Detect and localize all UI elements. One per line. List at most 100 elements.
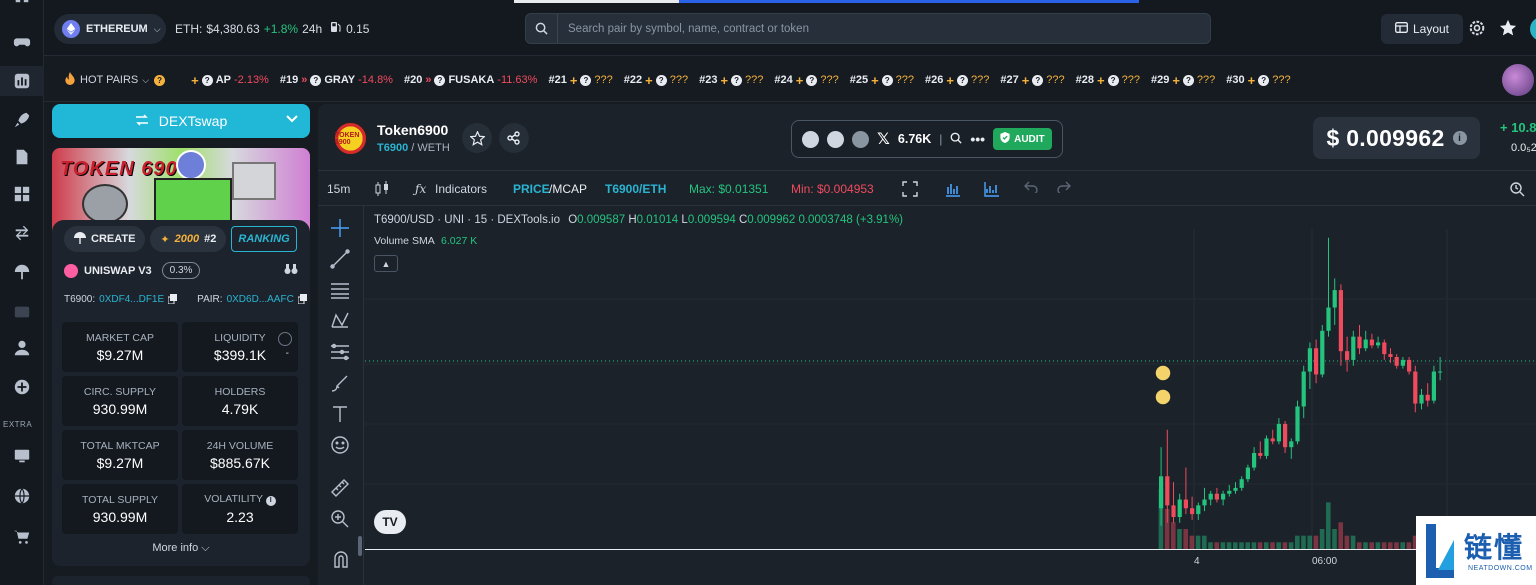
search-input[interactable]	[558, 22, 1158, 35]
more-dots-icon[interactable]: •••	[970, 131, 985, 147]
website-globe-icon[interactable]	[827, 130, 844, 148]
user-icon[interactable]	[12, 338, 32, 358]
stat-value: 930.99M	[92, 508, 148, 525]
more-info-button[interactable]: More info ⌵	[52, 542, 310, 555]
telegram-icon[interactable]	[852, 130, 869, 148]
audit-button[interactable]: AUDIT	[993, 128, 1052, 150]
dex-name: UNISWAP V3	[84, 264, 152, 277]
hot-pair-item[interactable]: #24 +????	[774, 73, 838, 88]
price-toggle[interactable]: PRICE	[513, 182, 550, 196]
undo-icon[interactable]	[1024, 181, 1040, 197]
hot-pair-item[interactable]: #20»? FUSAKA -11.63%	[404, 74, 537, 86]
redo-icon[interactable]	[1057, 181, 1073, 197]
audit-label: AUDIT	[1014, 133, 1045, 145]
hot-pair-item[interactable]: #23 +????	[699, 73, 763, 88]
hot-pair-symbol: ???	[745, 74, 764, 86]
search-icon[interactable]	[950, 132, 963, 147]
hot-pair-item[interactable]: #29 +????	[1151, 73, 1215, 88]
crosshair-icon[interactable]	[330, 218, 350, 238]
copy-icon[interactable]	[297, 294, 307, 307]
indicators-button[interactable]: Indicators	[435, 182, 487, 196]
dextswap-button[interactable]: DEXTswap	[52, 104, 310, 138]
candle-body	[1233, 487, 1238, 491]
info-icon[interactable]: i	[265, 495, 276, 506]
widgets-icon[interactable]	[12, 184, 32, 204]
hot-pairs-label[interactable]: HOT PAIRS	[80, 74, 138, 86]
token-address[interactable]: 0XDF4...DF1E	[99, 294, 164, 307]
chevron-down-icon[interactable]: ⌵	[142, 75, 149, 86]
binoculars-icon[interactable]	[284, 263, 298, 278]
candle	[1394, 354, 1399, 369]
create-button[interactable]: CREATE	[64, 226, 146, 252]
ruler-icon[interactable]	[330, 478, 350, 498]
ranking-button[interactable]: RANKING	[231, 226, 297, 252]
mcap-toggle[interactable]: /MCAP	[549, 182, 587, 196]
magnet-icon[interactable]	[331, 549, 351, 572]
add-circle-icon[interactable]	[12, 377, 32, 397]
zoom-in-icon[interactable]	[330, 509, 350, 529]
document-icon[interactable]	[12, 147, 32, 167]
profile-avatar[interactable]	[1530, 17, 1536, 41]
pair-toggle[interactable]: T6900/ETH	[605, 182, 666, 196]
stat-value: $9.27M	[96, 346, 144, 363]
info-icon[interactable]: i	[1452, 131, 1467, 145]
interval-selector[interactable]: 15m	[327, 182, 350, 196]
airdrop-icon[interactable]	[12, 262, 32, 282]
settings-gear-icon[interactable]	[1468, 19, 1486, 40]
fullscreen-icon[interactable]	[902, 181, 918, 197]
candles-icon[interactable]	[375, 181, 391, 197]
gas-pump-icon	[330, 21, 342, 36]
swap-icon[interactable]	[12, 223, 32, 243]
cart-icon[interactable]	[12, 527, 32, 547]
hot-pair-item[interactable]: +? AP -2.13%	[191, 73, 269, 88]
candle-body	[1382, 342, 1387, 355]
help-icon[interactable]: ?	[154, 74, 166, 86]
hot-pair-item[interactable]: #25 +????	[850, 73, 914, 88]
x-tick-label: 4	[1194, 556, 1200, 567]
coingecko-icon[interactable]	[802, 130, 819, 148]
layout-button[interactable]: Layout	[1381, 14, 1463, 44]
bar-chart-icon[interactable]	[945, 181, 961, 197]
line-chart-icon[interactable]	[984, 181, 1000, 197]
favorites-star-icon[interactable]	[1499, 19, 1517, 40]
plus-icon: +	[191, 72, 199, 88]
magnifier-settings-icon[interactable]	[1509, 181, 1525, 197]
toolbar-scrollbar[interactable]	[358, 536, 362, 556]
emoji-icon[interactable]	[330, 435, 350, 455]
copy-icon[interactable]	[167, 294, 178, 307]
user-avatar[interactable]	[1502, 64, 1534, 96]
candlestick-chart[interactable]	[365, 229, 1536, 549]
pair-address[interactable]: 0XD6D...AAFC	[227, 294, 294, 307]
hot-pair-item[interactable]: #27 +????	[1000, 73, 1064, 88]
stat-label: HOLDERS	[214, 385, 266, 398]
brush-icon[interactable]	[330, 373, 350, 393]
hot-pair-item[interactable]: #22 +????	[624, 73, 688, 88]
trend-line-icon[interactable]	[330, 249, 350, 269]
hot-pair-item[interactable]: #26 +????	[925, 73, 989, 88]
monitor-icon[interactable]	[12, 446, 32, 466]
volume-bar	[1375, 542, 1381, 549]
hot-pair-item[interactable]: #28 +????	[1076, 73, 1140, 88]
horizontal-lines-icon[interactable]	[330, 280, 350, 300]
rocket-icon[interactable]	[12, 110, 32, 130]
fib-icon[interactable]	[330, 342, 350, 362]
gamepad-icon[interactable]	[12, 32, 32, 52]
hot-pair-item[interactable]: #19»? GRAY -14.8%	[280, 74, 393, 86]
share-icon[interactable]	[499, 123, 529, 153]
globe-icon[interactable]	[12, 486, 32, 506]
text-tool-icon[interactable]	[330, 404, 350, 424]
apps-icon[interactable]	[12, 0, 32, 14]
token-symbol[interactable]: T6900	[377, 142, 408, 154]
hot-pair-item[interactable]: #21 +????	[548, 73, 612, 88]
dext-score-pill[interactable]: ✦ 2000 #2	[150, 226, 227, 252]
x-twitter-icon[interactable]: 𝕏	[877, 129, 890, 149]
hot-pair-item[interactable]: #30 +????	[1226, 73, 1290, 88]
chart-icon[interactable]	[12, 71, 32, 91]
tradingview-logo-icon[interactable]: TV	[374, 510, 406, 534]
favorite-star-icon[interactable]	[462, 123, 492, 153]
wallet-icon[interactable]	[12, 302, 32, 322]
lock-icon[interactable]	[278, 332, 292, 346]
pattern-icon[interactable]	[330, 311, 350, 331]
chain-selector[interactable]: ETHEREUM ⌵	[54, 14, 166, 44]
fx-icon[interactable]: ƒx	[415, 182, 426, 196]
